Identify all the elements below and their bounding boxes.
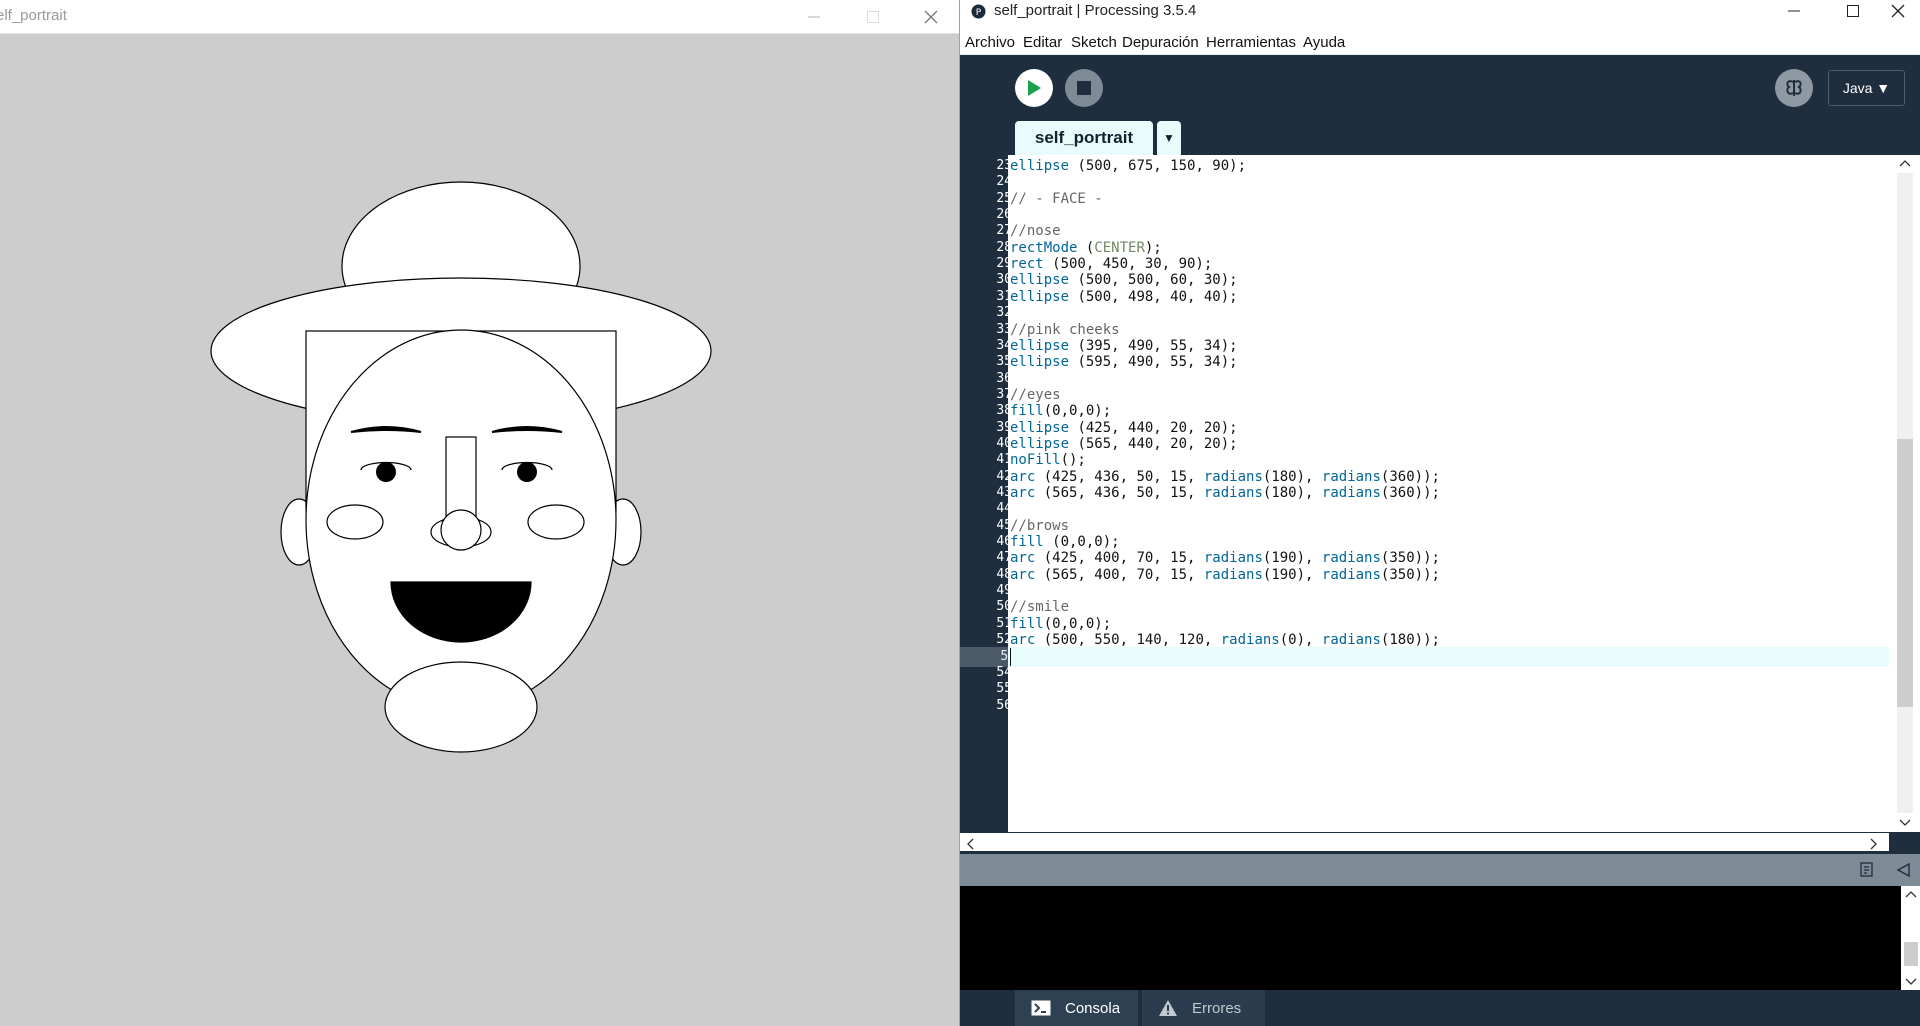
sketch-canvas[interactable] [0,34,959,1026]
processing-ide-window: P self_portrait | Processing 3.5.4 Archi… [959,0,1920,1026]
toolbar: Java ▼ self_portrait ▼ [960,55,1920,155]
butterfly-debug-icon [1786,80,1802,96]
stop-icon [1077,81,1091,95]
console-scrollbar[interactable] [1901,886,1920,990]
play-icon [1028,80,1041,96]
scroll-up-icon[interactable] [1905,890,1917,898]
ide-close-button[interactable] [1875,0,1920,22]
console-header [960,854,1920,886]
ide-minimize-button[interactable] [1771,0,1817,22]
nose-tip [440,509,482,551]
console-scroll-thumb[interactable] [1904,942,1918,966]
menu-editar[interactable]: Editar [1023,34,1062,51]
tab-errors[interactable]: Errores [1142,990,1265,1026]
copy-console-icon[interactable] [1858,861,1876,879]
line-number: 56 [996,697,1012,713]
sketch-close-button[interactable] [908,0,954,33]
line-number-gutter: 23 24 25 26 27 28 29 30 31 32 33 34 35 36 37 38 39 40 41 42… [960,155,1016,832]
scroll-down-icon[interactable] [1899,819,1911,827]
close-icon [1891,4,1905,18]
sketch-window: elf_portrait [0,0,959,1026]
menu-archivo[interactable]: Archivo [965,34,1015,51]
code-area[interactable]: ellipse (500, 675, 150, 90);// - FACE - /… [1008,155,1890,832]
tab-console[interactable]: Consola [1015,990,1138,1026]
code-line[interactable]: ellipse (500, 498, 40, 40); [1010,287,1238,307]
maximize-icon [1847,5,1859,17]
tab-console-label: Consola [1065,999,1121,1017]
beard [384,661,538,753]
ide-window-title: self_portrait | Processing 3.5.4 [994,2,1197,19]
svg-text:P: P [976,8,982,18]
processing-logo-icon: P [971,4,986,19]
collapse-console-icon[interactable] [1895,862,1911,878]
vertical-scrollbar[interactable] [1889,155,1920,832]
menu-ayuda[interactable]: Ayuda [1303,34,1345,51]
code-line[interactable]: arc (565, 436, 50, 15, radians(180), rad… [1010,483,1440,503]
code-line[interactable]: ellipse (595, 490, 55, 34); [1010,352,1238,372]
code-editor[interactable]: 23 24 25 26 27 28 29 30 31 32 33 34 35 36 37 38 39 40 41 42… [960,155,1920,851]
minimize-icon [1788,10,1800,12]
code-line[interactable]: arc (565, 400, 70, 15, radians(190), rad… [1010,565,1440,585]
scroll-down-icon[interactable] [1905,978,1917,986]
right-eye [517,462,537,482]
close-icon [924,10,938,23]
console-output[interactable] [960,886,1901,990]
text-caret [1010,647,1011,666]
sketch-titlebar[interactable]: elf_portrait [0,0,959,34]
tab-self-portrait[interactable]: self_portrait [1015,121,1153,155]
maximize-icon [867,10,879,23]
scroll-up-icon[interactable] [1899,159,1911,167]
left-cheek [326,504,384,540]
code-line[interactable]: ellipse (500, 675, 150, 90); [1010,156,1246,176]
menu-bar: Archivo Editar Sketch Depuración Herrami… [960,31,1920,55]
menu-sketch[interactable]: Sketch [1071,34,1117,51]
menu-depuracion[interactable]: Depuración [1122,34,1199,51]
minimize-icon [808,16,820,17]
terminal-icon [1031,1000,1051,1016]
ide-maximize-button[interactable] [1830,0,1876,22]
sketch-maximize-button[interactable] [850,0,896,33]
stop-button[interactable] [1065,69,1103,107]
ide-titlebar[interactable]: P self_portrait | Processing 3.5.4 [960,0,1920,31]
mode-selector[interactable]: Java ▼ [1828,70,1905,106]
horizontal-scrollbar[interactable] [960,833,1889,851]
scroll-right-icon[interactable] [1870,838,1878,850]
right-cheek [527,504,585,540]
warning-icon [1159,1000,1177,1016]
sketch-minimize-button[interactable] [791,0,837,33]
debug-button[interactable] [1775,69,1813,107]
current-line-highlight [1008,646,1890,667]
tab-menu-button[interactable]: ▼ [1157,121,1181,155]
vertical-scroll-thumb[interactable] [1897,439,1913,707]
left-eye [376,462,396,482]
menu-herramientas[interactable]: Herramientas [1206,34,1296,51]
tab-errors-label: Errores [1192,999,1242,1017]
footer-bar: Consola Errores [960,990,1920,1026]
code-line[interactable]: // - FACE - [1010,189,1103,209]
sketch-window-title: elf_portrait [0,7,67,24]
scroll-left-icon[interactable] [966,838,974,850]
run-button[interactable] [1015,69,1053,107]
